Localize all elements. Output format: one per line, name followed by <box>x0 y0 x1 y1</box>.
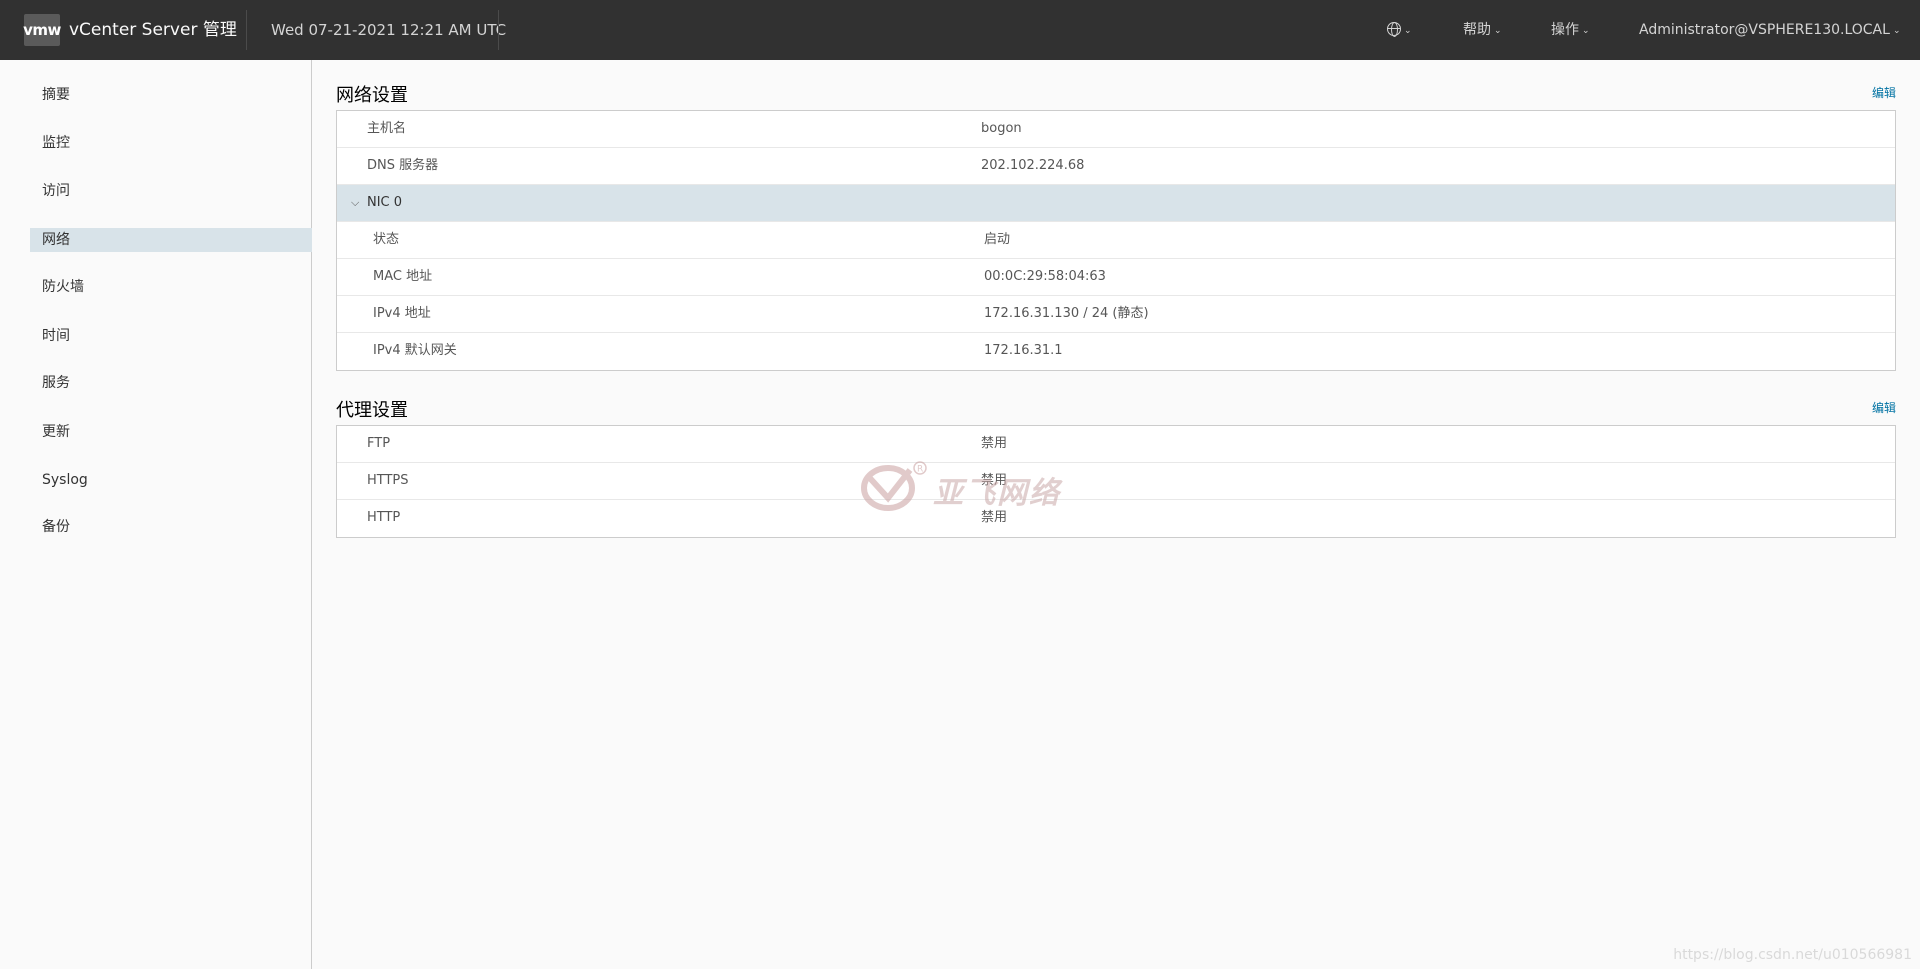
header-datetime: Wed 07-21-2021 12:21 AM UTC <box>271 21 507 39</box>
hostname-value: bogon <box>981 121 1022 136</box>
globe-icon <box>1387 22 1401 37</box>
header-divider <box>246 10 247 50</box>
sidebar-item-monitor[interactable]: 监控 <box>30 131 312 155</box>
nic-status-value: 启动 <box>984 232 1011 247</box>
table-row: 状态 启动 <box>337 222 1895 259</box>
proxy-ftp-value: 禁用 <box>981 436 1008 451</box>
sidebar-item-syslog[interactable]: Syslog <box>30 468 312 492</box>
header-divider <box>498 10 499 50</box>
sidebar-item-firewall[interactable]: 防火墙 <box>30 275 312 299</box>
sidebar-item-update[interactable]: 更新 <box>30 420 312 444</box>
sidebar-item-time[interactable]: 时间 <box>30 324 312 348</box>
mac-label: MAC 地址 <box>373 269 433 284</box>
network-edit-link[interactable]: 编辑 <box>1872 84 1896 101</box>
ipv4-value: 172.16.31.130 / 24 (静态) <box>984 306 1149 321</box>
table-row: FTP 禁用 <box>337 426 1895 463</box>
proxy-ftp-label: FTP <box>367 436 391 451</box>
mac-value: 00:0C:29:58:04:63 <box>984 269 1106 284</box>
chevron-down-icon: ⌄ <box>1582 26 1590 36</box>
sidebar-item-summary[interactable]: 摘要 <box>30 83 312 107</box>
nic-label: NIC 0 <box>367 195 403 210</box>
sidebar-item-services[interactable]: 服务 <box>30 371 312 395</box>
table-row: HTTP 禁用 <box>337 500 1895 537</box>
nic-status-label: 状态 <box>373 232 400 247</box>
proxy-https-label: HTTPS <box>367 473 409 488</box>
user-menu-label: Administrator@VSPHERE130.LOCAL <box>1639 22 1890 38</box>
help-menu-label: 帮助 <box>1463 22 1491 38</box>
user-menu[interactable]: Administrator@VSPHERE130.LOCAL ⌄ <box>1639 0 1900 60</box>
sidebar-item-backup[interactable]: 备份 <box>30 515 312 539</box>
dns-value: 202.102.224.68 <box>981 158 1085 173</box>
sidebar-nav: 摘要 监控 访问 网络 防火墙 时间 服务 更新 Syslog 备份 <box>0 60 312 969</box>
sidebar-item-networking[interactable]: 网络 <box>30 228 312 252</box>
nic-group-header[interactable]: ⌵ NIC 0 <box>337 185 1895 222</box>
gateway-value: 172.16.31.1 <box>984 343 1063 358</box>
footer-watermark: https://blog.csdn.net/u010566981 <box>1673 947 1912 963</box>
proxy-settings-title: 代理设置 <box>336 400 408 421</box>
help-menu[interactable]: 帮助 ⌄ <box>1463 0 1502 60</box>
vmware-logo: vmw <box>23 14 61 46</box>
actions-menu-label: 操作 <box>1551 22 1579 38</box>
proxy-http-label: HTTP <box>367 510 401 525</box>
gateway-label: IPv4 默认网关 <box>373 343 457 358</box>
chevron-down-icon: ⌄ <box>1494 26 1502 36</box>
top-header: vmw vCenter Server 管理 Wed 07-21-2021 12:… <box>0 0 1920 60</box>
table-row: MAC 地址 00:0C:29:58:04:63 <box>337 259 1895 296</box>
hostname-label: 主机名 <box>367 121 407 136</box>
sidebar-item-access[interactable]: 访问 <box>30 179 312 203</box>
proxy-http-value: 禁用 <box>981 510 1008 525</box>
language-menu[interactable]: ⌄ <box>1387 0 1412 60</box>
table-row: DNS 服务器 202.102.224.68 <box>337 148 1895 185</box>
chevron-down-icon: ⌄ <box>1892 26 1901 36</box>
table-row: IPv4 默认网关 172.16.31.1 <box>337 333 1895 370</box>
table-row: 主机名 bogon <box>337 111 1895 148</box>
network-settings-grid: 主机名 bogon DNS 服务器 202.102.224.68 ⌵ NIC 0… <box>336 110 1896 371</box>
table-row: IPv4 地址 172.16.31.130 / 24 (静态) <box>337 296 1895 333</box>
network-settings-title: 网络设置 <box>336 85 408 106</box>
proxy-settings-grid: FTP 禁用 HTTPS 禁用 HTTP 禁用 <box>336 425 1896 538</box>
dns-label: DNS 服务器 <box>367 158 439 173</box>
actions-menu[interactable]: 操作 ⌄ <box>1551 0 1590 60</box>
ipv4-label: IPv4 地址 <box>373 306 431 321</box>
chevron-down-icon[interactable]: ⌵ <box>351 185 359 221</box>
proxy-https-value: 禁用 <box>981 473 1008 488</box>
chevron-down-icon: ⌄ <box>1404 26 1412 36</box>
table-row: HTTPS 禁用 <box>337 463 1895 500</box>
proxy-edit-link[interactable]: 编辑 <box>1872 399 1896 416</box>
app-title: vCenter Server 管理 <box>69 20 237 40</box>
